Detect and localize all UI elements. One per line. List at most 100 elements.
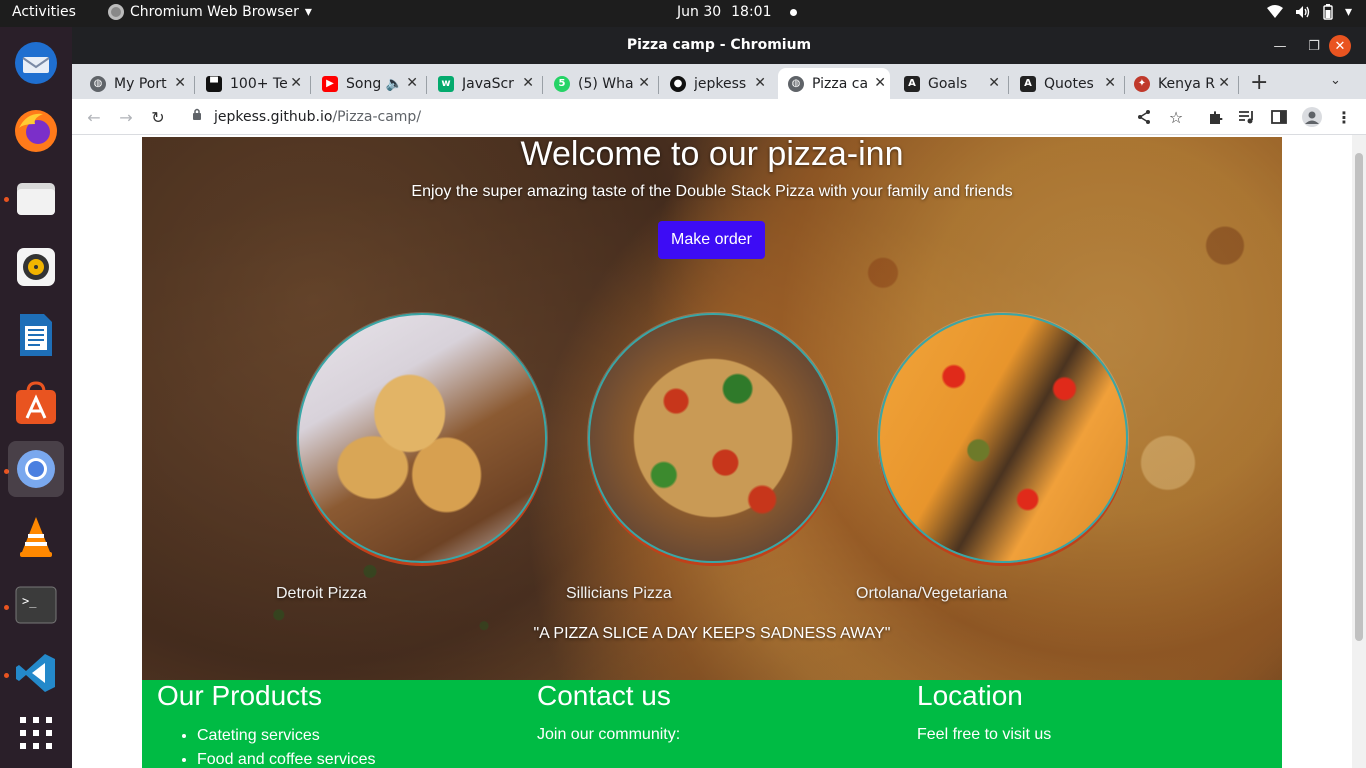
location-heading: Location bbox=[917, 680, 1023, 711]
tab-separator bbox=[1008, 76, 1009, 94]
footer-section: Our Products Cateting services Food and … bbox=[142, 680, 1282, 768]
tab-pizza-camp[interactable]: ◍ Pizza ca ✕ bbox=[778, 68, 890, 99]
profile-avatar-icon[interactable] bbox=[1301, 106, 1323, 128]
detroit-pizza-image bbox=[297, 313, 547, 563]
footer-contact: Contact us Join our community: bbox=[537, 680, 680, 744]
close-tab-icon[interactable]: ✕ bbox=[874, 75, 886, 91]
globe-icon: ◍ bbox=[90, 75, 106, 92]
tab-separator bbox=[1238, 76, 1239, 94]
tab-separator bbox=[194, 76, 195, 94]
dock: >_ bbox=[0, 27, 72, 768]
close-tab-icon[interactable]: ✕ bbox=[638, 75, 650, 91]
extensions-puzzle-icon[interactable] bbox=[1205, 106, 1227, 128]
tab-my-portfolio[interactable]: ◍ My Port ✕ bbox=[90, 68, 190, 99]
pizza-name-ortolana: Ortolana/Vegetariana bbox=[856, 585, 1008, 602]
app-center-icon[interactable] bbox=[8, 375, 64, 431]
close-tab-icon[interactable]: ✕ bbox=[754, 75, 766, 91]
activities-button[interactable]: Activities bbox=[12, 4, 76, 20]
close-window-icon[interactable]: ✕ bbox=[1329, 35, 1351, 57]
hero-subtitle: Enjoy the super amazing taste of the Dou… bbox=[411, 183, 1013, 200]
maximize-icon[interactable]: ❐ bbox=[1303, 35, 1325, 57]
chromium-icon[interactable] bbox=[8, 441, 64, 497]
new-tab-button[interactable]: + bbox=[1250, 70, 1268, 95]
angular-icon: A bbox=[1020, 75, 1036, 92]
w3-icon: w bbox=[438, 75, 454, 92]
clock-time: 18:01 bbox=[731, 4, 772, 20]
firefox-icon[interactable] bbox=[8, 103, 64, 159]
angular-icon: A bbox=[904, 75, 920, 92]
tab-kenya[interactable]: ✦ Kenya R ✕ bbox=[1134, 68, 1234, 99]
list-item: Food and coffee services bbox=[197, 748, 375, 768]
app-menu-label: Chromium Web Browser bbox=[130, 4, 299, 20]
close-tab-icon[interactable]: ✕ bbox=[522, 75, 534, 91]
tab-javascript[interactable]: w JavaScr ✕ bbox=[438, 68, 538, 99]
bookmark-star-icon[interactable]: ☆ bbox=[1165, 106, 1187, 128]
wifi-icon bbox=[1266, 5, 1283, 19]
share-icon[interactable] bbox=[1133, 106, 1155, 128]
close-tab-icon[interactable]: ✕ bbox=[290, 75, 302, 91]
globe-icon: ◍ bbox=[788, 75, 804, 92]
thunderbird-icon[interactable] bbox=[8, 35, 64, 91]
close-tab-icon[interactable]: ✕ bbox=[406, 75, 418, 91]
window-titlebar[interactable]: Pizza camp - Chromium — ❐ ✕ bbox=[72, 27, 1366, 64]
battery-icon bbox=[1323, 4, 1333, 20]
side-panel-icon[interactable] bbox=[1268, 106, 1290, 128]
window-title: Pizza camp - Chromium bbox=[626, 37, 812, 53]
tab-strip: ◍ My Port ✕ ▀ 100+ Te ✕ ▶ Song 🔈 ✕ w Jav… bbox=[72, 64, 1366, 99]
tab-separator bbox=[542, 76, 543, 94]
scrollbar-thumb[interactable] bbox=[1355, 153, 1363, 641]
page-viewport: Welcome to our pizza-inn Enjoy the super… bbox=[72, 135, 1366, 768]
make-order-button[interactable]: Make order bbox=[658, 221, 765, 259]
volume-icon bbox=[1295, 5, 1311, 19]
tab-goals[interactable]: A Goals ✕ bbox=[904, 68, 1004, 99]
system-tray[interactable]: ▾ bbox=[1266, 4, 1352, 20]
clock[interactable]: Jun 30 18:01 bbox=[677, 4, 797, 20]
pizza-name-detroit: Detroit Pizza bbox=[276, 585, 367, 602]
products-list: Cateting services Food and coffee servic… bbox=[157, 724, 375, 768]
system-top-bar: Activities Chromium Web Browser ▾ Jun 30… bbox=[0, 0, 1366, 27]
url-host: jepkess.github.io bbox=[214, 108, 333, 125]
minimize-icon[interactable]: — bbox=[1269, 35, 1291, 57]
tab-separator bbox=[658, 76, 659, 94]
tab-quotes[interactable]: A Quotes ✕ bbox=[1020, 68, 1120, 99]
app-menu[interactable]: Chromium Web Browser ▾ bbox=[108, 4, 312, 20]
products-heading: Our Products bbox=[157, 680, 322, 711]
tab-separator bbox=[426, 76, 427, 94]
lock-icon bbox=[192, 108, 202, 125]
tab-whatsapp[interactable]: 5 (5) Wha ✕ bbox=[554, 68, 654, 99]
rhythmbox-icon[interactable] bbox=[8, 239, 64, 295]
tab-search-chevron-icon[interactable]: ⌄ bbox=[1330, 73, 1341, 88]
media-queue-icon[interactable] bbox=[1236, 106, 1258, 128]
tab-github[interactable]: ● jepkess ✕ bbox=[670, 68, 770, 99]
close-tab-icon[interactable]: ✕ bbox=[988, 75, 1000, 91]
clock-date: Jun 30 bbox=[677, 4, 722, 20]
tab-song[interactable]: ▶ Song 🔈 ✕ bbox=[322, 68, 422, 99]
close-tab-icon[interactable]: ✕ bbox=[1218, 75, 1230, 91]
libreoffice-writer-icon[interactable] bbox=[8, 307, 64, 363]
page-scrollbar[interactable] bbox=[1352, 135, 1366, 768]
tagline-quote: "A PIZZA SLICE A DAY KEEPS SADNESS AWAY" bbox=[533, 625, 891, 642]
chromium-small-icon bbox=[108, 4, 124, 20]
show-apps-icon[interactable] bbox=[8, 705, 64, 761]
close-tab-icon[interactable]: ✕ bbox=[1104, 75, 1116, 91]
close-tab-icon[interactable]: ✕ bbox=[174, 75, 186, 91]
menu-kebab-icon[interactable]: ⋮ bbox=[1333, 106, 1355, 128]
vlc-icon[interactable] bbox=[8, 509, 64, 565]
vscode-icon[interactable] bbox=[8, 645, 64, 701]
files-icon[interactable] bbox=[8, 171, 64, 227]
tab-100-tech[interactable]: ▀ 100+ Te ✕ bbox=[206, 68, 306, 99]
url-path: /Pizza-camp/ bbox=[332, 108, 422, 125]
browser-window: Pizza camp - Chromium — ❐ ✕ ◍ My Port ✕ … bbox=[72, 27, 1366, 768]
reload-icon[interactable]: ↻ bbox=[147, 106, 169, 128]
hero-section: Welcome to our pizza-inn Enjoy the super… bbox=[142, 137, 1282, 680]
sillicians-pizza-image bbox=[588, 313, 838, 563]
kenya-icon: ✦ bbox=[1134, 75, 1150, 92]
youtube-icon: ▶ bbox=[322, 75, 338, 92]
contact-heading: Contact us bbox=[537, 680, 671, 711]
list-item: Cateting services bbox=[197, 724, 375, 748]
browser-toolbar: ← → ↻ jepkess.github.io/Pizza-camp/ ☆ ⋮ bbox=[72, 99, 1366, 135]
forward-arrow-icon[interactable]: → bbox=[115, 106, 137, 128]
terminal-icon[interactable]: >_ bbox=[8, 577, 64, 633]
back-arrow-icon[interactable]: ← bbox=[83, 106, 105, 128]
tab-separator bbox=[1124, 76, 1125, 94]
